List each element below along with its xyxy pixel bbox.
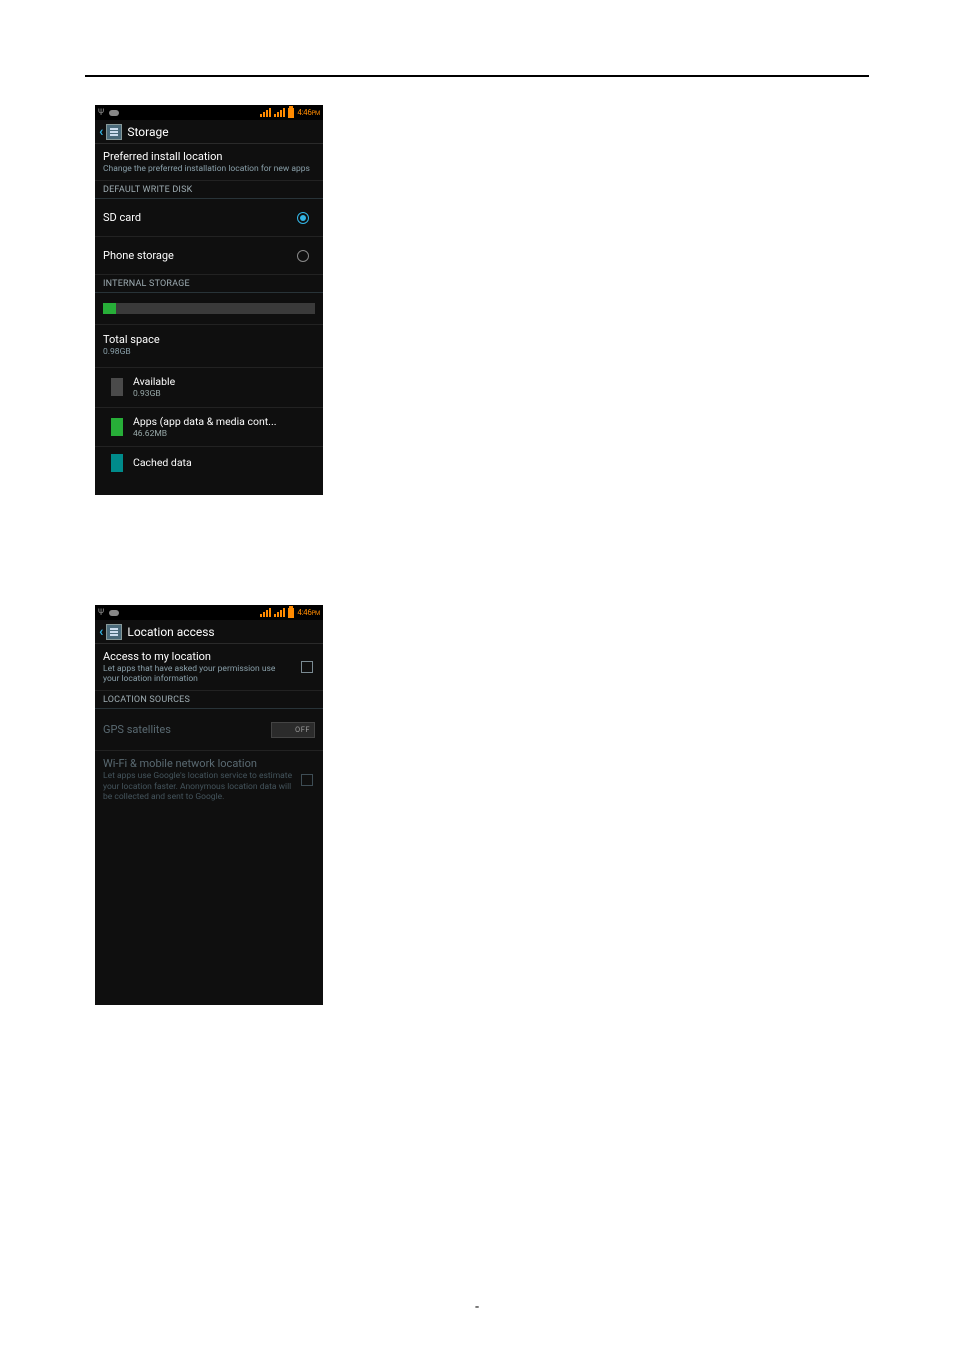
sd-card-label: SD card: [103, 211, 141, 224]
gps-toggle[interactable]: OFF: [271, 722, 315, 738]
wifi-loc-title: Wi-Fi & mobile network location: [103, 757, 293, 770]
internal-storage-header: INTERNAL STORAGE: [95, 275, 323, 293]
signal-icon-1: [260, 108, 271, 117]
cloud-icon: [109, 110, 119, 116]
phone-storage-radio[interactable]: [297, 250, 309, 262]
screenshot-location: Ψ 4:46PM ‹ Location access Access to my …: [95, 605, 323, 1005]
location-body: Access to my location Let apps that have…: [95, 644, 323, 808]
status-bar: Ψ 4:46PM: [95, 105, 323, 120]
status-time: 4:46PM: [297, 608, 320, 617]
total-space-value: 0.98GB: [103, 347, 315, 357]
location-sources-header: LOCATION SOURCES: [95, 691, 323, 709]
available-swatch: [111, 378, 123, 396]
page-footer-mark: -: [475, 1299, 479, 1315]
storage-bar-row: [95, 293, 323, 325]
spacer: [95, 495, 323, 605]
signal-icon-1: [260, 608, 271, 617]
page-title: Storage: [127, 125, 168, 139]
back-icon[interactable]: ‹: [99, 624, 103, 640]
document-page: Ψ 4:46PM ‹ Storage Preferred install loc…: [0, 0, 954, 1350]
battery-icon: [288, 108, 294, 118]
apps-swatch: [111, 418, 123, 436]
available-row[interactable]: Available 0.93GB: [95, 368, 323, 407]
back-icon[interactable]: ‹: [99, 124, 103, 140]
access-checkbox[interactable]: [301, 661, 313, 673]
wifi-loc-checkbox[interactable]: [301, 774, 313, 786]
cached-title: Cached data: [133, 456, 192, 469]
phone-storage-row[interactable]: Phone storage: [95, 237, 323, 275]
horizontal-rule: [85, 75, 869, 77]
preferred-install-location-row[interactable]: Preferred install location Change the pr…: [95, 144, 323, 181]
settings-app-icon: [106, 624, 122, 640]
wifi-loc-subtitle: Let apps use Google's location service t…: [103, 771, 293, 802]
status-left-icons: Ψ: [98, 105, 119, 120]
total-space-title: Total space: [103, 333, 315, 346]
status-left-icons: Ψ: [98, 605, 119, 620]
access-title: Access to my location: [103, 650, 293, 663]
phone-storage-label: Phone storage: [103, 249, 174, 262]
gps-toggle-label: OFF: [295, 725, 310, 734]
page-title: Location access: [127, 625, 214, 639]
header-bar[interactable]: ‹ Storage: [95, 120, 323, 144]
default-write-disk-header: DEFAULT WRITE DISK: [95, 181, 323, 199]
available-title: Available: [133, 375, 175, 388]
status-bar: Ψ 4:46PM: [95, 605, 323, 620]
access-my-location-row[interactable]: Access to my location Let apps that have…: [95, 644, 323, 691]
access-subtitle: Let apps that have asked your permission…: [103, 664, 293, 684]
apps-title: Apps (app data & media cont...: [133, 415, 276, 428]
status-time: 4:46PM: [297, 108, 320, 117]
gps-satellites-row[interactable]: GPS satellites OFF: [95, 709, 323, 751]
available-value: 0.93GB: [133, 389, 175, 399]
wifi-mobile-location-row[interactable]: Wi-Fi & mobile network location Let apps…: [95, 751, 323, 808]
signal-icon-2: [274, 108, 285, 117]
preferred-install-title: Preferred install location: [103, 150, 315, 163]
header-bar[interactable]: ‹ Location access: [95, 620, 323, 644]
sd-card-radio[interactable]: [297, 212, 309, 224]
usb-debug-icon: Ψ: [98, 108, 104, 118]
cached-data-row[interactable]: Cached data: [95, 447, 323, 479]
apps-row[interactable]: Apps (app data & media cont... 46.62MB: [95, 408, 323, 447]
settings-app-icon: [106, 124, 122, 140]
cloud-icon: [109, 610, 119, 616]
storage-bar-fill: [103, 303, 116, 314]
sd-card-row[interactable]: SD card: [95, 199, 323, 237]
cached-swatch: [111, 454, 123, 472]
usb-debug-icon: Ψ: [98, 608, 104, 618]
storage-bar: [103, 303, 315, 314]
screenshots-container: Ψ 4:46PM ‹ Storage Preferred install loc…: [95, 105, 323, 1005]
preferred-install-subtitle: Change the preferred installation locati…: [103, 164, 315, 174]
total-space-row[interactable]: Total space 0.98GB: [95, 325, 323, 368]
apps-value: 46.62MB: [133, 429, 276, 439]
screenshot-storage: Ψ 4:46PM ‹ Storage Preferred install loc…: [95, 105, 323, 495]
battery-icon: [288, 608, 294, 618]
storage-body: Preferred install location Change the pr…: [95, 144, 323, 479]
signal-icon-2: [274, 608, 285, 617]
